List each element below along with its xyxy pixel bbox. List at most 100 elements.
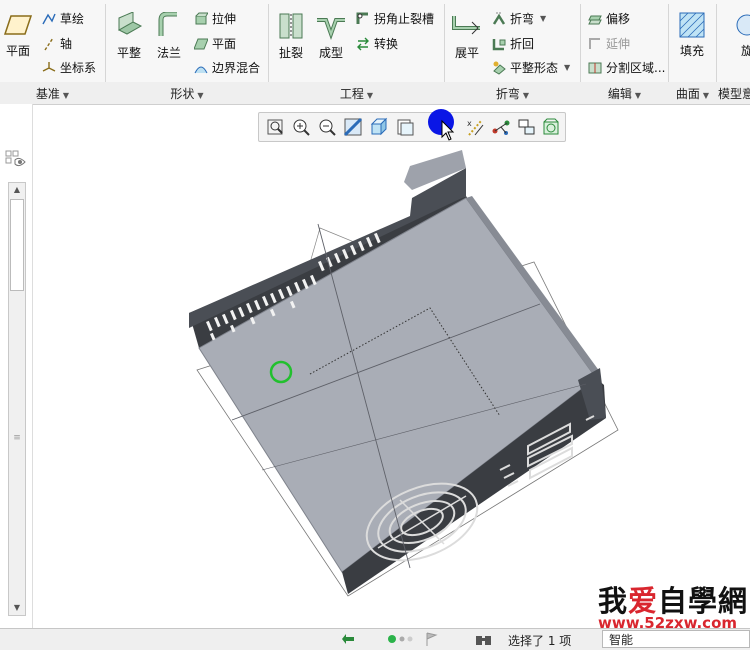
split-area-icon — [588, 62, 602, 73]
engineering-group-label[interactable]: 工程 ▼ — [269, 85, 444, 102]
split-area-button[interactable]: 分割区域... — [588, 59, 665, 76]
datum-group-label[interactable]: 基准 ▼ — [0, 85, 105, 102]
bend-back-icon — [492, 38, 506, 50]
surfaces-group-label[interactable]: 曲面 ▼ — [669, 85, 716, 102]
rotate-icon — [736, 14, 750, 36]
ribbon: 平面 草绘 轴 坐标系 平整 法兰 拉伸 平面 边界混合 扯裂 成型 拐角止裂槽… — [0, 0, 750, 100]
fill-icon — [679, 12, 705, 38]
rotate-button[interactable]: 旋 — [732, 12, 750, 59]
status-bar: 选择了 1 项 智能 — [0, 628, 750, 650]
selection-filter-dropdown[interactable]: 智能 — [602, 630, 750, 648]
convert-icon — [357, 37, 369, 50]
bend-back-label: 折回 — [510, 37, 535, 51]
axis-button[interactable]: 轴 — [42, 35, 72, 52]
view-toolbar: x — [258, 109, 566, 142]
fill-label: 填充 — [679, 44, 704, 58]
offset-button[interactable]: 偏移 — [588, 10, 630, 27]
rip-button[interactable]: 扯裂 — [274, 12, 308, 61]
plane-icon — [4, 15, 32, 35]
flat-state-dropdown-icon[interactable]: ▼ — [564, 63, 570, 72]
planar-label: 平面 — [212, 37, 237, 51]
flat-wall-label: 平整 — [116, 46, 141, 60]
watermark-brand: 我爱自學網 — [598, 584, 749, 618]
boundary-blend-label: 边界混合 — [212, 61, 261, 75]
bend-dropdown-icon[interactable]: ▼ — [540, 14, 546, 23]
bend-icon — [492, 12, 506, 25]
fill-button[interactable]: 填充 — [674, 12, 710, 59]
bend-button[interactable]: 折弯 ▼ — [492, 10, 546, 27]
datum-display-icon[interactable]: x — [465, 117, 485, 137]
rip-icon — [279, 13, 303, 39]
unbend-button[interactable]: 展平 — [450, 12, 484, 61]
spin-center-icon[interactable] — [491, 117, 511, 137]
flat-state-label: 平整形态 — [510, 61, 559, 75]
sketch-button[interactable]: 草绘 — [42, 10, 84, 27]
corner-relief-label: 拐角止裂槽 — [374, 12, 435, 26]
find-icon[interactable] — [474, 631, 494, 647]
shapes-group-label[interactable]: 形状 ▼ — [106, 85, 268, 102]
zoom-in-icon[interactable] — [291, 117, 311, 137]
plane-button[interactable]: 平面 — [2, 12, 34, 59]
flag-icon[interactable] — [424, 631, 438, 647]
form-icon — [317, 18, 345, 40]
convert-button[interactable]: 转换 — [356, 35, 398, 52]
corner-relief-button[interactable]: 拐角止裂槽 — [356, 10, 434, 27]
extrude-label: 拉伸 — [212, 12, 237, 26]
sketch-label: 草绘 — [60, 12, 85, 26]
scrollbar-thumb[interactable] — [10, 199, 24, 291]
csys-button[interactable]: 坐标系 — [42, 59, 96, 76]
bends-group-label[interactable]: 折弯 ▼ — [445, 85, 580, 102]
cursor-highlight-icon — [428, 109, 455, 141]
repaint-icon[interactable] — [343, 117, 363, 137]
planar-icon — [194, 38, 208, 49]
form-label: 成型 — [318, 46, 343, 60]
bend-back-button[interactable]: 折回 — [492, 35, 534, 52]
svg-text:x: x — [467, 119, 472, 128]
sketch-icon — [42, 13, 56, 24]
offset-icon — [588, 15, 602, 24]
vertical-scrollbar[interactable]: ▲ ≡ ▼ — [8, 182, 26, 616]
flat-wall-button[interactable]: 平整 — [112, 12, 146, 61]
convert-label: 转换 — [374, 37, 399, 51]
extend-icon — [589, 37, 600, 49]
flat-state-icon — [493, 61, 506, 75]
chevron-down-icon: ▼ — [62, 91, 70, 100]
display-style-icon[interactable] — [369, 117, 389, 137]
split-area-label: 分割区域... — [606, 61, 666, 75]
refit-icon[interactable] — [265, 117, 285, 137]
bend-label: 折弯 — [510, 12, 535, 26]
plane-label: 平面 — [5, 44, 30, 58]
flange-icon — [158, 12, 177, 36]
zoom-out-icon[interactable] — [317, 117, 337, 137]
appearance-icon[interactable] — [541, 117, 561, 137]
editing-group-label[interactable]: 编辑 ▼ — [581, 85, 668, 102]
scroll-up-icon[interactable]: ▲ — [9, 183, 25, 197]
model-intent-group-label[interactable]: 模型意 — [718, 85, 750, 102]
model-viewport[interactable] — [32, 140, 750, 628]
form-button[interactable]: 成型 — [314, 12, 348, 61]
extend-button[interactable]: 延伸 — [588, 35, 630, 52]
flange-label: 法兰 — [156, 46, 181, 60]
boundary-blend-button[interactable]: 边界混合 — [194, 59, 260, 76]
chevron-down-icon: ▼ — [197, 91, 204, 100]
boundary-blend-icon — [194, 66, 208, 73]
flat-state-button[interactable]: 平整形态 ▼ — [492, 59, 570, 76]
unbend-label: 展平 — [454, 46, 479, 60]
chevron-down-icon: ▼ — [366, 91, 374, 100]
extrude-icon — [195, 12, 208, 24]
annotation-icon[interactable] — [517, 117, 537, 137]
planar-button[interactable]: 平面 — [194, 35, 236, 52]
regenerate-icon[interactable] — [340, 631, 356, 647]
csys-label: 坐标系 — [60, 61, 97, 75]
rip-label: 扯裂 — [278, 46, 303, 60]
extend-label: 延伸 — [606, 37, 631, 51]
rotate-label: 旋 — [740, 44, 750, 58]
show-hide-filter-icon[interactable] — [5, 150, 27, 172]
status-light-icon — [388, 635, 413, 643]
chevron-down-icon: ▼ — [522, 91, 530, 100]
extrude-button[interactable]: 拉伸 — [194, 10, 236, 27]
selection-filter-value: 智能 — [609, 633, 634, 647]
saved-views-icon[interactable] — [395, 117, 415, 137]
flange-button[interactable]: 法兰 — [152, 12, 186, 61]
scroll-down-icon[interactable]: ▼ — [9, 601, 25, 615]
